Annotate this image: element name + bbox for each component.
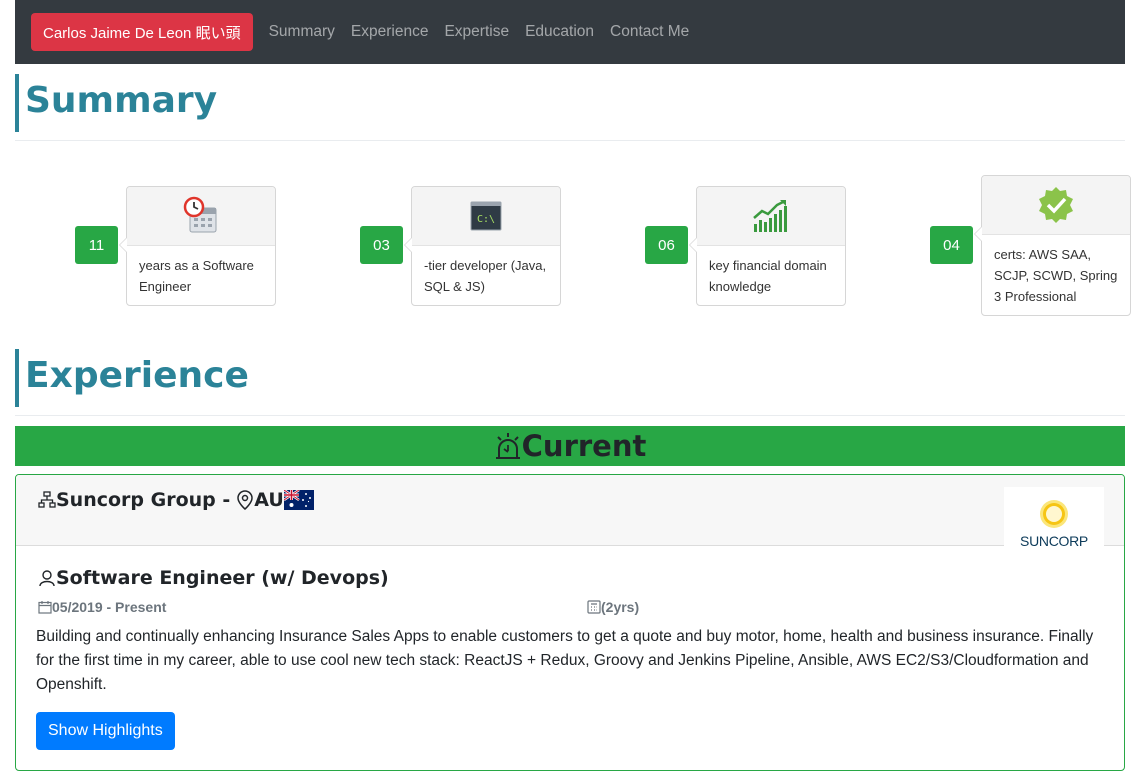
duration-text: (2yrs) [601,599,640,615]
stat-label: years as a Software Engineer [139,258,254,294]
current-label: Current [521,429,647,463]
stat-card: key financial domain knowledge [689,186,846,306]
duration: (2yrs) [587,599,639,615]
nav-link-expertise[interactable]: Expertise [444,23,509,41]
date-range-text: 05/2019 - Present [52,599,167,615]
job-description: Building and continually enhancing Insur… [36,628,1094,693]
person-icon [38,569,56,587]
growth-chart-icon [697,187,845,246]
role-line: Software Engineer (w/ Devops) [38,567,389,589]
stat-number: 04 [930,226,973,264]
stat-label: certs: AWS SAA, SCJP, SCWD, Spring 3 Pro… [994,247,1118,304]
logo-wordmark: SUNCORP [1020,533,1088,549]
company-name: Suncorp Group - [56,489,231,511]
nav-link-experience[interactable]: Experience [351,23,429,41]
summary-heading: Summary [15,74,1125,132]
company-logo: SUNCORP [1004,487,1104,559]
stat-number: 06 [645,226,688,264]
nav-link-education[interactable]: Education [525,23,594,41]
role-title: Software Engineer (w/ Devops) [56,567,389,589]
brand-button[interactable]: Carlos Jaime De Leon 眠い頭 [31,13,253,51]
job-card: Suncorp Group - AU SUNCORP Software Engi… [15,474,1125,771]
stat-card: certs: AWS SAA, SCJP, SCWD, Spring 3 Pro… [974,175,1131,316]
alarm-icon [494,431,522,461]
calendar-icon [38,600,52,614]
australia-flag-icon [283,490,314,510]
nav-links: Summary Experience Expertise Education C… [269,23,706,41]
summary-divider [15,140,1125,141]
svg-text:C:\: C:\ [477,214,495,225]
calculator-icon [587,600,601,614]
verified-badge-icon [982,176,1130,235]
nav-link-summary[interactable]: Summary [269,23,335,41]
company-line: Suncorp Group - AU [38,489,314,511]
stat-card: years as a Software Engineer [119,186,276,306]
sun-logo-icon [1040,500,1068,528]
nav-link-contact[interactable]: Contact Me [610,23,689,41]
experience-divider [15,415,1125,416]
stat-label: key financial domain knowledge [709,258,827,294]
current-banner: Current [15,426,1125,466]
date-range: 05/2019 - Present [38,599,166,615]
calendar-clock-icon [127,187,275,246]
location-pin-icon [236,490,254,510]
stat-label: -tier developer (Java, SQL & JS) [424,258,547,294]
stat-number: 03 [360,226,403,264]
show-highlights-button[interactable]: Show Highlights [36,712,175,750]
job-card-header: Suncorp Group - AU SUNCORP [16,475,1124,559]
experience-heading: Experience [15,349,1125,407]
org-chart-icon [38,491,56,509]
terminal-icon: C:\ [412,187,560,246]
location-code: AU [254,489,284,511]
stat-number: 11 [75,226,118,264]
top-navbar: Carlos Jaime De Leon 眠い頭 Summary Experie… [15,0,1125,64]
stat-card: C:\ -tier developer (Java, SQL & JS) [404,186,561,306]
